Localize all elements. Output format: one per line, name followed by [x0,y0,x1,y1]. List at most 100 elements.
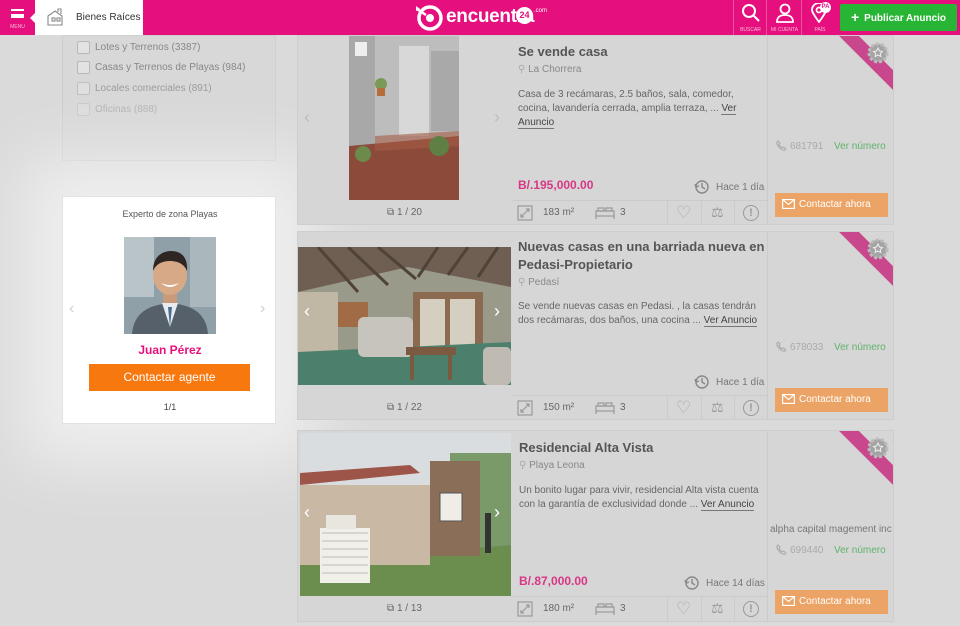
listing-photo[interactable] [298,247,511,385]
listing-title[interactable]: Residencial Alta Vista [519,439,653,457]
listing-age: Hace 14 días [684,576,765,590]
contact-now-button[interactable]: Contactar ahora [775,590,888,614]
alert-icon: ! [743,205,759,221]
map-pin-icon: ⚲ [518,64,529,75]
history-icon [694,375,709,389]
listing-location: ⚲ Playa Leona [519,460,585,471]
filter-checkbox[interactable] [77,103,90,116]
logo-number: 24 [516,7,533,24]
listing-title[interactable]: Se vende casa [518,43,608,61]
listing-photo[interactable] [349,36,459,200]
agent-name: Juan Pérez [138,343,202,357]
envelope-icon [782,394,795,404]
chevron-left-icon[interactable]: ‹ [304,108,310,126]
envelope-icon [782,199,795,209]
phone-icon [776,140,787,151]
filter-checkbox[interactable] [77,82,90,95]
view-ad-link[interactable]: Ver Anuncio [703,315,758,327]
bed-icon [595,207,615,219]
camera-icon: ⧉ [387,402,397,413]
listing-contact-column: 678033 Ver número Contactar ahora [767,232,893,419]
site-logo[interactable]: encuentra 24 .com [414,3,554,33]
category-filters: Lotes y Terrenos (3387) Casas y Terrenos… [62,35,276,161]
filter-label: Lotes y Terrenos (3387) [95,42,201,53]
show-number-link[interactable]: Ver número [834,545,886,556]
view-ad-link[interactable]: Ver Anuncio [700,499,755,511]
report-button[interactable]: ! [734,201,767,224]
listing-card[interactable]: ‹ › ⧉ 1 / 22 Nuevas casas en una barriad… [297,231,894,420]
listing-photo[interactable] [300,433,511,596]
chevron-left-icon[interactable]: ‹ [304,302,310,320]
country-button[interactable]: PA PAÍS [801,0,837,35]
map-pin-icon: ⚲ [519,460,530,471]
show-number-link[interactable]: Ver número [834,141,886,152]
search-button[interactable]: BUSCAR [733,0,766,35]
favorite-button[interactable]: ♡ [667,201,701,224]
phone-icon [776,544,787,555]
chevron-right-icon[interactable]: › [494,108,500,126]
alert-icon: ! [743,400,759,416]
listing-title[interactable]: Nuevas casas en una barriada nueva en Pe… [518,238,764,274]
listing-description: Casa de 3 recámaras, 2.5 baños, sala, co… [518,89,737,129]
favorite-button[interactable]: ♡ [667,597,701,621]
filter-checkbox[interactable] [77,41,90,54]
beds-stat: 3 [587,597,667,621]
chevron-left-icon[interactable]: ‹ [304,503,310,521]
contact-now-button[interactable]: Contactar ahora [775,193,888,217]
agent-card-title: Experto de zona Playas [122,209,218,219]
publish-ad-button[interactable]: + Publicar Anuncio [840,4,957,31]
alert-icon: ! [743,601,759,617]
envelope-icon [782,596,795,606]
area-stat: 183 m² [511,201,587,224]
compare-button[interactable]: ⚖ [701,597,734,621]
show-number-link[interactable]: Ver número [834,342,886,353]
building-icon [47,8,63,26]
photo-counter: ⧉ 1 / 22 [387,402,422,413]
listing-card[interactable]: ‹ › ⧉ 1 / 13 Residencial Alta Vista ⚲ Pl… [297,430,894,622]
report-button[interactable]: ! [734,396,767,419]
plus-icon: + [850,9,860,25]
beds-stat: 3 [587,201,667,224]
category-label: Bienes Raíces [76,12,141,23]
compare-button[interactable]: ⚖ [701,201,734,224]
agent-photo [124,237,216,334]
category-tab[interactable]: Bienes Raíces [30,0,143,35]
chevron-right-icon[interactable]: › [494,302,500,320]
chevron-right-icon[interactable]: › [494,503,500,521]
account-button[interactable]: MI CUENTA [766,0,801,35]
user-icon [776,3,794,23]
camera-icon: ⧉ [387,603,397,614]
contact-agent-button[interactable]: Contactar agente [89,364,250,391]
history-icon [684,576,699,590]
report-button[interactable]: ! [734,597,767,621]
listing-contact-column: alpha capital magement inc 699440 Ver nú… [767,431,893,621]
listing-price: B/.87,000.00 [519,574,588,588]
favorite-button[interactable]: ♡ [667,396,701,419]
publish-label: Publicar Anuncio [864,13,947,24]
listing-stats: 180 m² 3 ♡ ⚖ ! [511,596,767,621]
filter-label: Locales comerciales (891) [95,83,212,94]
contact-now-button[interactable]: Contactar ahora [775,388,888,412]
target-icon [416,5,443,31]
chevron-right-icon[interactable]: › [260,301,270,317]
camera-icon: ⧉ [387,207,397,218]
compare-button[interactable]: ⚖ [701,396,734,419]
search-label: BUSCAR [740,27,761,33]
menu-label: MENU [10,24,25,30]
scale-icon: ⚖ [711,204,724,220]
filter-label: Casas y Terrenos de Playas (984) [95,62,246,73]
zone-expert-card: Experto de zona Playas ‹ › Juan Pérez Co… [62,196,276,424]
filter-checkbox[interactable] [77,61,90,74]
listing-age: Hace 1 día [694,375,764,389]
listing-price: B/.195,000.00 [518,178,594,192]
advertiser-name[interactable]: alpha capital magement inc [770,524,892,535]
listing-card[interactable]: ‹ › ⧉ 1 / 20 Se vende casa ⚲ La Chorrera… [297,35,894,225]
heart-icon: ♡ [676,398,692,417]
area-stat: 150 m² [511,396,587,419]
area-stat: 180 m² [511,597,587,621]
scale-icon: ⚖ [711,399,724,415]
account-label: MI CUENTA [770,27,799,33]
listing-description: Un bonito lugar para vivir, residencial … [519,485,759,511]
chevron-left-icon[interactable]: ‹ [69,301,79,317]
phone-number: 678033 [790,342,824,353]
